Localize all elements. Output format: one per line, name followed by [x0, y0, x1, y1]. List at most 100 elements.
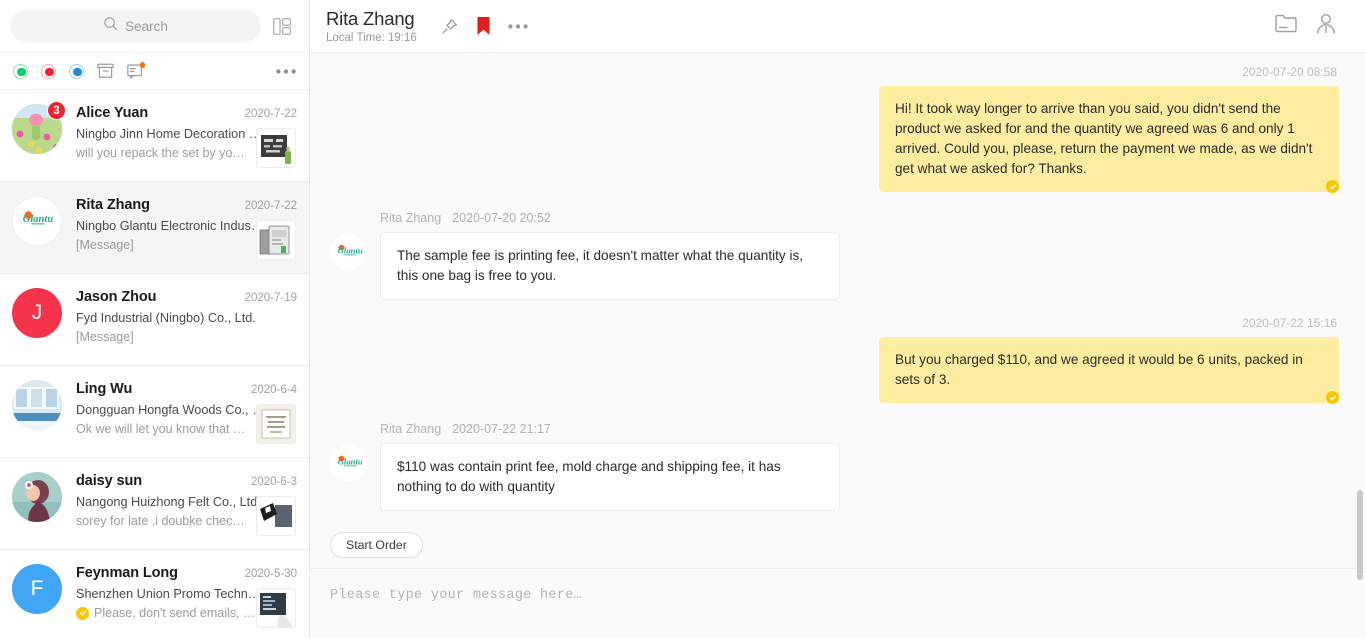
chat-title-block: Rita Zhang Local Time: 19:16 [326, 8, 417, 44]
filter-row [0, 53, 309, 90]
product-thumbnail[interactable] [256, 128, 296, 168]
message-snippet: [Message] [76, 238, 266, 252]
message-outgoing: 2020-07-22 15:16 But you charged $110, a… [330, 316, 1339, 406]
blue-dot-filter[interactable] [69, 63, 84, 79]
message-meta: Rita Zhang 2020-07-20 20:52 [380, 211, 551, 225]
bubble-row: Glantu The sample fee is printing fee, i… [330, 232, 840, 300]
conversation-date: 2020-7-19 [244, 292, 297, 304]
svg-text:Glantu: Glantu [338, 456, 363, 466]
avatar [12, 380, 62, 430]
search-row: Search [0, 0, 309, 53]
green-dot-filter[interactable] [13, 63, 28, 79]
bookmark-flag-icon[interactable] [467, 9, 501, 43]
message-incoming: Rita Zhang 2020-07-20 20:52 Glantu The s… [330, 211, 1339, 300]
message-thread: 2020-07-20 08:58 Hi! It took way longer … [310, 53, 1365, 522]
product-thumbnail[interactable] [256, 220, 296, 260]
message-sent-icon [1326, 180, 1339, 193]
avatar: F [12, 564, 62, 614]
list-item[interactable]: F Feynman Long 2020-5-30 Shenzhen Union … [0, 550, 309, 638]
company-name: Ningbo Glantu Electronic Industr… [76, 219, 266, 233]
company-name: Shenzhen Union Promo Technolo… [76, 587, 266, 601]
company-name: Ningbo Jinn Home Decoration C… [76, 127, 266, 141]
chat-header-actions [1275, 13, 1349, 39]
contact-name: Rita Zhang [76, 197, 150, 213]
conversation-date: 2020-5-30 [244, 568, 297, 580]
search-input[interactable]: Search [10, 10, 261, 42]
message-composer[interactable]: Please type your message here… [310, 568, 1365, 638]
contact-name: daisy sun [76, 473, 142, 489]
list-item[interactable]: 3 Alice Yuan 2020-7-22 Ningbo Jinn Home … [0, 90, 309, 182]
message-meta: Rita Zhang 2020-07-22 21:17 [380, 422, 551, 436]
search-placeholder: Search [125, 18, 168, 34]
local-time-label: Local Time: 19:16 [326, 32, 417, 44]
sent-check-icon [76, 606, 89, 620]
contact-name: Alice Yuan [76, 105, 149, 121]
chat-header: Rita Zhang Local Time: 19:16 [310, 0, 1365, 53]
message-outgoing: 2020-07-20 08:58 Hi! It took way longer … [330, 65, 1339, 195]
conversation-date: 2020-7-22 [244, 108, 297, 120]
avatar: Glantu [330, 445, 366, 481]
chat-more-icon[interactable] [501, 9, 535, 43]
avatar-wrap: Glantu [12, 196, 62, 246]
conversation-date: 2020-6-4 [250, 384, 297, 396]
sidebar-more-icon[interactable] [276, 68, 296, 74]
contact-name: Ling Wu [76, 381, 133, 397]
contact-person-icon[interactable] [1315, 13, 1337, 39]
company-name: Fyd Industrial (Ningbo) Co., Ltd. [76, 311, 256, 325]
list-item[interactable]: Ling Wu 2020-6-4 Dongguan Hongfa Woods C… [0, 366, 309, 458]
snippet-text: [Message] [76, 238, 134, 252]
conversation-body: Jason Zhou 2020-7-19 Fyd Industrial (Nin… [76, 288, 297, 344]
snippet-text: will you repack the set by yo… [76, 146, 245, 160]
chat-footer: Start Order Please type your message her… [310, 522, 1365, 638]
chat-panel: Rita Zhang Local Time: 19:16 2020-07-20 … [310, 0, 1365, 638]
svg-text:Glantu: Glantu [338, 245, 363, 255]
snippet-text: Please, don't send emails, … [94, 606, 256, 620]
avatar [12, 472, 62, 522]
company-name: Dongguan Hongfa Woods Co., Ltd. [76, 403, 266, 417]
layout-panel-icon[interactable] [265, 9, 299, 43]
product-thumbnail[interactable] [256, 496, 296, 536]
avatar-wrap [12, 472, 62, 522]
avatar-initial: F [30, 577, 44, 600]
pin-icon[interactable] [433, 9, 467, 43]
avatar-wrap: J [12, 288, 62, 338]
start-order-button[interactable]: Start Order [330, 532, 423, 558]
message-snippet: will you repack the set by yo… [76, 146, 266, 160]
list-item[interactable]: daisy sun 2020-6-3 Nangong Huizhong Felt… [0, 458, 309, 550]
list-item[interactable]: Glantu Rita Zhang 2020-7-22 Ningbo Glant… [0, 182, 309, 274]
snippet-text: [Message] [76, 330, 134, 344]
avatar: J [12, 288, 62, 338]
list-item[interactable]: J Jason Zhou 2020-7-19 Fyd Industrial (N… [0, 274, 309, 366]
chat-toolbar: Start Order [310, 522, 1365, 568]
message-snippet: Ok we will let you know that … [76, 422, 266, 436]
message-sent-icon [1326, 391, 1339, 404]
unread-messages-icon[interactable] [127, 62, 145, 79]
message-scrollbar[interactable] [1357, 490, 1363, 580]
message-sender: Rita Zhang [380, 211, 442, 225]
red-dot-filter[interactable] [41, 63, 56, 79]
search-icon [103, 16, 118, 36]
message-bubble: Hi! It took way longer to arrive than yo… [879, 86, 1339, 192]
company-name: Nangong Huizhong Felt Co., Ltd. [76, 495, 261, 509]
message-timestamp: 2020-07-20 08:58 [1242, 65, 1337, 79]
unread-badge: 3 [47, 101, 66, 120]
svg-text:Glantu: Glantu [23, 214, 54, 225]
avatar-wrap [12, 380, 62, 430]
product-thumbnail[interactable] [256, 588, 296, 628]
product-thumbnail[interactable] [256, 404, 296, 444]
conversation-date: 2020-6-3 [250, 476, 297, 488]
avatar-initial: J [31, 301, 43, 324]
archive-icon[interactable] [97, 63, 114, 79]
composer-placeholder: Please type your message here… [330, 588, 583, 603]
conversation-list: 3 Alice Yuan 2020-7-22 Ningbo Jinn Home … [0, 90, 309, 638]
message-timestamp: 2020-07-20 20:52 [452, 211, 551, 225]
contact-name: Feynman Long [76, 565, 178, 581]
snippet-text: Ok we will let you know that … [76, 422, 246, 436]
message-bubble: $110 was contain print fee, mold charge … [380, 443, 840, 511]
message-sender: Rita Zhang [380, 422, 442, 436]
avatar: Glantu [330, 234, 366, 270]
bubble-row: Hi! It took way longer to arrive than yo… [879, 86, 1339, 192]
message-timestamp: 2020-07-22 21:17 [452, 422, 551, 436]
folder-icon[interactable] [1275, 14, 1297, 38]
message-snippet: sorey for late ,i doubke chec… [76, 514, 266, 528]
